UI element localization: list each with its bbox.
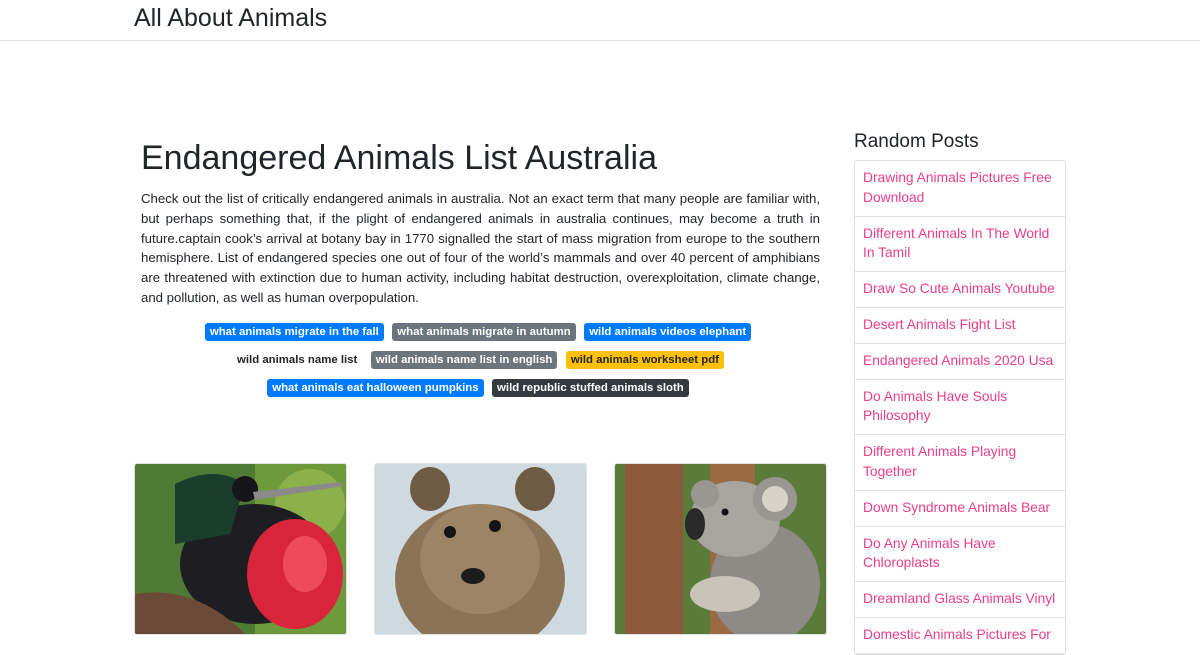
related-thumbnails bbox=[134, 463, 827, 635]
article-title: Endangered Animals List Australia bbox=[141, 139, 657, 177]
post-link[interactable]: Domestic Animals Pictures For bbox=[863, 627, 1051, 642]
list-item: Down Syndrome Animals Bear bbox=[855, 491, 1065, 527]
post-link[interactable]: Do Animals Have Souls Philosophy bbox=[863, 389, 1007, 424]
post-link[interactable]: Drawing Animals Pictures Free Download bbox=[863, 170, 1052, 205]
tag-badge[interactable]: what animals migrate in autumn bbox=[392, 323, 576, 341]
post-link[interactable]: Different Animals In The World In Tamil bbox=[863, 226, 1049, 261]
post-link[interactable]: Desert Animals Fight List bbox=[863, 317, 1016, 332]
quokka-image bbox=[375, 464, 586, 634]
list-item: Different Animals In The World In Tamil bbox=[855, 217, 1065, 273]
post-link[interactable]: Different Animals Playing Together bbox=[863, 444, 1016, 479]
list-item: Draw So Cute Animals Youtube bbox=[855, 272, 1065, 308]
random-posts-list: Drawing Animals Pictures Free Download D… bbox=[854, 160, 1066, 655]
tag-cloud: what animals migrate in the fall what an… bbox=[128, 322, 828, 406]
article-intro: Check out the list of critically endange… bbox=[141, 191, 820, 305]
tag-badge[interactable]: wild animals worksheet pdf bbox=[565, 351, 724, 369]
post-link[interactable]: Dreamland Glass Animals Vinyl bbox=[863, 591, 1055, 606]
frigatebird-image bbox=[135, 464, 346, 634]
tag-row: what animals migrate in the fall what an… bbox=[128, 322, 828, 350]
post-link[interactable]: Endangered Animals 2020 Usa bbox=[863, 353, 1053, 368]
post-link[interactable]: Do Any Animals Have Chloroplasts bbox=[863, 536, 996, 571]
list-item: Desert Animals Fight List bbox=[855, 308, 1065, 344]
tag-row: what animals eat halloween pumpkins wild… bbox=[128, 378, 828, 406]
site-brand-link[interactable]: All About Animals bbox=[134, 3, 327, 33]
list-item: Endangered Animals 2020 Usa bbox=[855, 344, 1065, 380]
tag-badge[interactable]: wild animals name list in english bbox=[370, 351, 558, 369]
post-link[interactable]: Draw So Cute Animals Youtube bbox=[863, 281, 1055, 296]
list-item: Do Animals Have Souls Philosophy bbox=[855, 380, 1065, 436]
random-posts-sidebar: Random Posts Drawing Animals Pictures Fr… bbox=[854, 130, 1066, 655]
list-item: Different Animals Playing Together bbox=[855, 435, 1065, 491]
article-main: Endangered Animals List Australia Check … bbox=[141, 138, 820, 308]
list-item: Domestic Animals Pictures For bbox=[855, 618, 1065, 654]
tag-row: wild animals name list wild animals name… bbox=[128, 350, 828, 378]
tag-badge[interactable]: wild republic stuffed animals sloth bbox=[492, 379, 689, 397]
frigatebird-thumbnail[interactable] bbox=[134, 463, 347, 635]
list-item: Drawing Animals Pictures Free Download bbox=[855, 161, 1065, 217]
tag-badge[interactable]: wild animals name list bbox=[232, 351, 363, 369]
tag-badge[interactable]: wild animals videos elephant bbox=[584, 323, 752, 341]
list-item: Dreamland Glass Animals Vinyl bbox=[855, 582, 1065, 618]
top-navbar: All About Animals bbox=[0, 0, 1200, 41]
post-link[interactable]: Down Syndrome Animals Bear bbox=[863, 500, 1050, 515]
tag-badge[interactable]: what animals migrate in the fall bbox=[204, 323, 384, 341]
koala-image bbox=[615, 464, 826, 634]
quokka-thumbnail[interactable] bbox=[374, 463, 587, 635]
list-item: Do Any Animals Have Chloroplasts bbox=[855, 527, 1065, 583]
sidebar-heading: Random Posts bbox=[854, 131, 979, 152]
tag-badge[interactable]: what animals eat halloween pumpkins bbox=[267, 379, 484, 397]
koala-thumbnail[interactable] bbox=[614, 463, 827, 635]
